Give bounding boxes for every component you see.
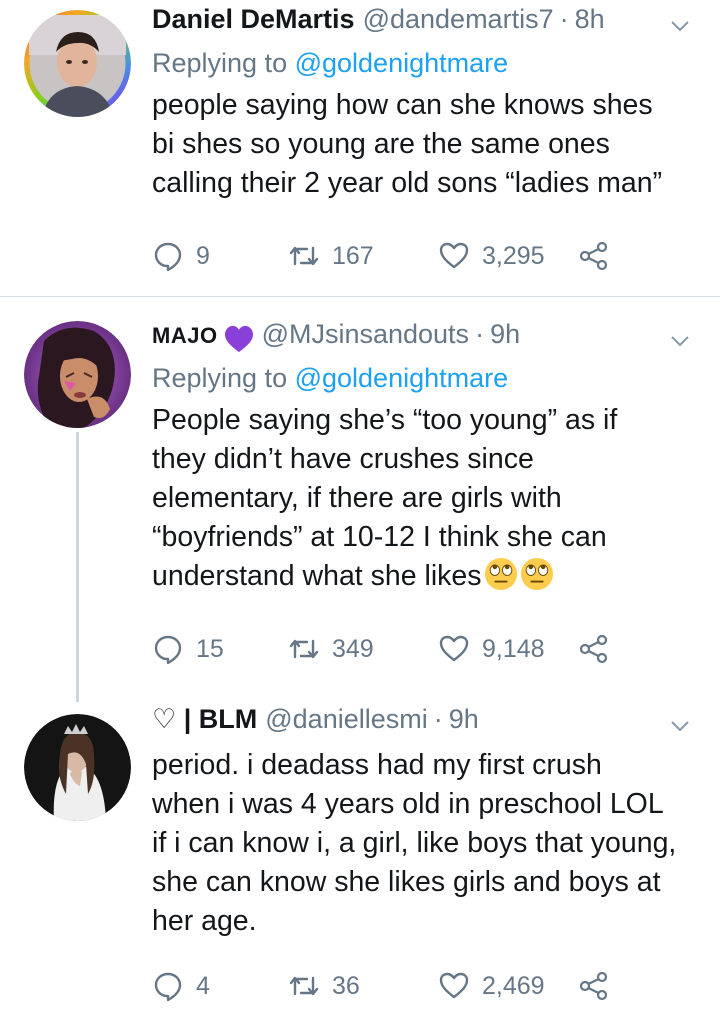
chevron-down-icon[interactable]: [668, 329, 692, 353]
share-button[interactable]: [578, 240, 622, 272]
avatar[interactable]: [24, 321, 131, 428]
user-handle[interactable]: @dandemartis7: [363, 4, 554, 35]
rolling-eyes-emoji-icon: [520, 557, 553, 591]
share-icon: [579, 241, 608, 271]
replying-to-handle[interactable]: @goldenightmare: [295, 363, 509, 393]
heart-icon: [439, 972, 469, 999]
rolling-eyes-emoji-icon: [484, 557, 517, 591]
tweet-text-line: she can know she likes girls and boys at: [152, 866, 661, 898]
tweet-text-line: “boyfriends” at 10-12 I think she can: [152, 521, 607, 553]
purple-heart-icon: [224, 325, 253, 353]
display-name[interactable]: ♡ | BLM: [152, 704, 257, 735]
reply-button[interactable]: 15: [152, 633, 224, 665]
tweet-header: MAJO @MJsinsandouts · 9h: [152, 319, 700, 359]
timestamp[interactable]: 9h: [449, 704, 479, 735]
tweet-header: ♡ | BLM @daniellesmi · 9h: [152, 704, 700, 744]
like-button[interactable]: 2,469: [438, 970, 545, 1002]
heart-icon: [439, 242, 469, 269]
reply-icon: [154, 635, 182, 665]
replying-to: Replying to @goldenightmare: [152, 44, 700, 82]
avatar[interactable]: [24, 10, 131, 117]
reply-icon: [154, 242, 182, 272]
tweet-text: period. i deadass had my first crush whe…: [152, 746, 700, 941]
tweet[interactable]: Daniel DeMartis @dandemartis7 · 8h Reply…: [0, 0, 720, 296]
display-name[interactable]: MAJO: [152, 323, 218, 349]
tweet-text-line-last: understand what she likes: [152, 557, 700, 596]
tweet-text: people saying how can she knows shes bi …: [152, 86, 700, 203]
replying-to: Replying to @goldenightmare: [152, 359, 700, 397]
chevron-down-icon[interactable]: [668, 14, 692, 38]
heart-icon: [439, 635, 469, 662]
timestamp[interactable]: 8h: [575, 4, 605, 35]
share-button[interactable]: [578, 970, 622, 1002]
like-count: 3,295: [482, 241, 545, 270]
avatar-image: [24, 321, 131, 428]
tweet-text: People saying she’s “too young” as if th…: [152, 401, 700, 596]
timestamp[interactable]: 9h: [490, 319, 520, 350]
tweet-text-line: People saying she’s “too young” as if: [152, 404, 618, 436]
like-count: 2,469: [482, 971, 545, 1000]
retweet-count: 36: [332, 971, 360, 1000]
reply-button[interactable]: 9: [152, 240, 210, 272]
retweet-button[interactable]: 36: [288, 970, 360, 1002]
tweet-text-line: people saying how can she knows shes: [152, 89, 653, 121]
avatar-image: [24, 10, 131, 117]
user-handle[interactable]: @MJsinsandouts: [262, 319, 470, 350]
tweet-text-line: period. i deadass had my first crush: [152, 749, 602, 781]
tweet-text-line: elementary, if there are girls with: [152, 482, 562, 514]
reply-count: 4: [196, 971, 210, 1000]
like-button[interactable]: 3,295: [438, 240, 545, 272]
replying-to-label: Replying to: [152, 363, 295, 393]
retweet-button[interactable]: 349: [288, 633, 374, 665]
replying-to-label: Replying to: [152, 48, 295, 78]
reply-icon: [154, 972, 182, 1002]
tweet-text-line: they didn’t have crushes since: [152, 443, 534, 475]
separator-dot: ·: [475, 319, 485, 349]
retweet-button[interactable]: 167: [288, 240, 374, 272]
tweet-text-line: when i was 4 years old in preschool LOL: [152, 788, 664, 820]
separator-dot: ·: [559, 4, 569, 34]
retweet-icon: [289, 246, 319, 266]
tweet-text-line: if i can know i, a girl, like boys that …: [152, 827, 677, 859]
replying-to-handle[interactable]: @goldenightmare: [295, 48, 509, 78]
like-button[interactable]: 9,148: [438, 633, 545, 665]
tweet-header: Daniel DeMartis @dandemartis7 · 8h: [152, 4, 700, 44]
tweet-text-line: her age.: [152, 905, 257, 937]
separator-dot: ·: [433, 704, 443, 734]
display-name[interactable]: Daniel DeMartis: [152, 4, 355, 35]
avatar-image: [24, 714, 131, 821]
tweet[interactable]: ♡ | BLM @daniellesmi · 9h period. i dead…: [0, 700, 720, 1015]
tweet-text-line: understand what she likes: [152, 560, 482, 592]
user-handle[interactable]: @daniellesmi: [265, 704, 427, 735]
share-icon: [579, 634, 608, 664]
avatar[interactable]: [24, 714, 131, 821]
retweet-count: 167: [332, 241, 374, 270]
retweet-count: 349: [332, 634, 374, 663]
chevron-down-icon[interactable]: [668, 714, 692, 738]
retweet-icon: [289, 976, 319, 996]
reply-count: 9: [196, 241, 210, 270]
share-icon: [579, 971, 608, 1001]
retweet-icon: [289, 639, 319, 659]
tweet-text-line: bi shes so young are the same ones: [152, 128, 610, 160]
tweet[interactable]: MAJO @MJsinsandouts · 9h Replying to @go…: [0, 297, 720, 692]
like-count: 9,148: [482, 634, 545, 663]
share-button[interactable]: [578, 633, 622, 665]
tweet-text-line: calling their 2 year old sons “ladies ma…: [152, 167, 663, 199]
reply-count: 15: [196, 634, 224, 663]
reply-button[interactable]: 4: [152, 970, 210, 1002]
